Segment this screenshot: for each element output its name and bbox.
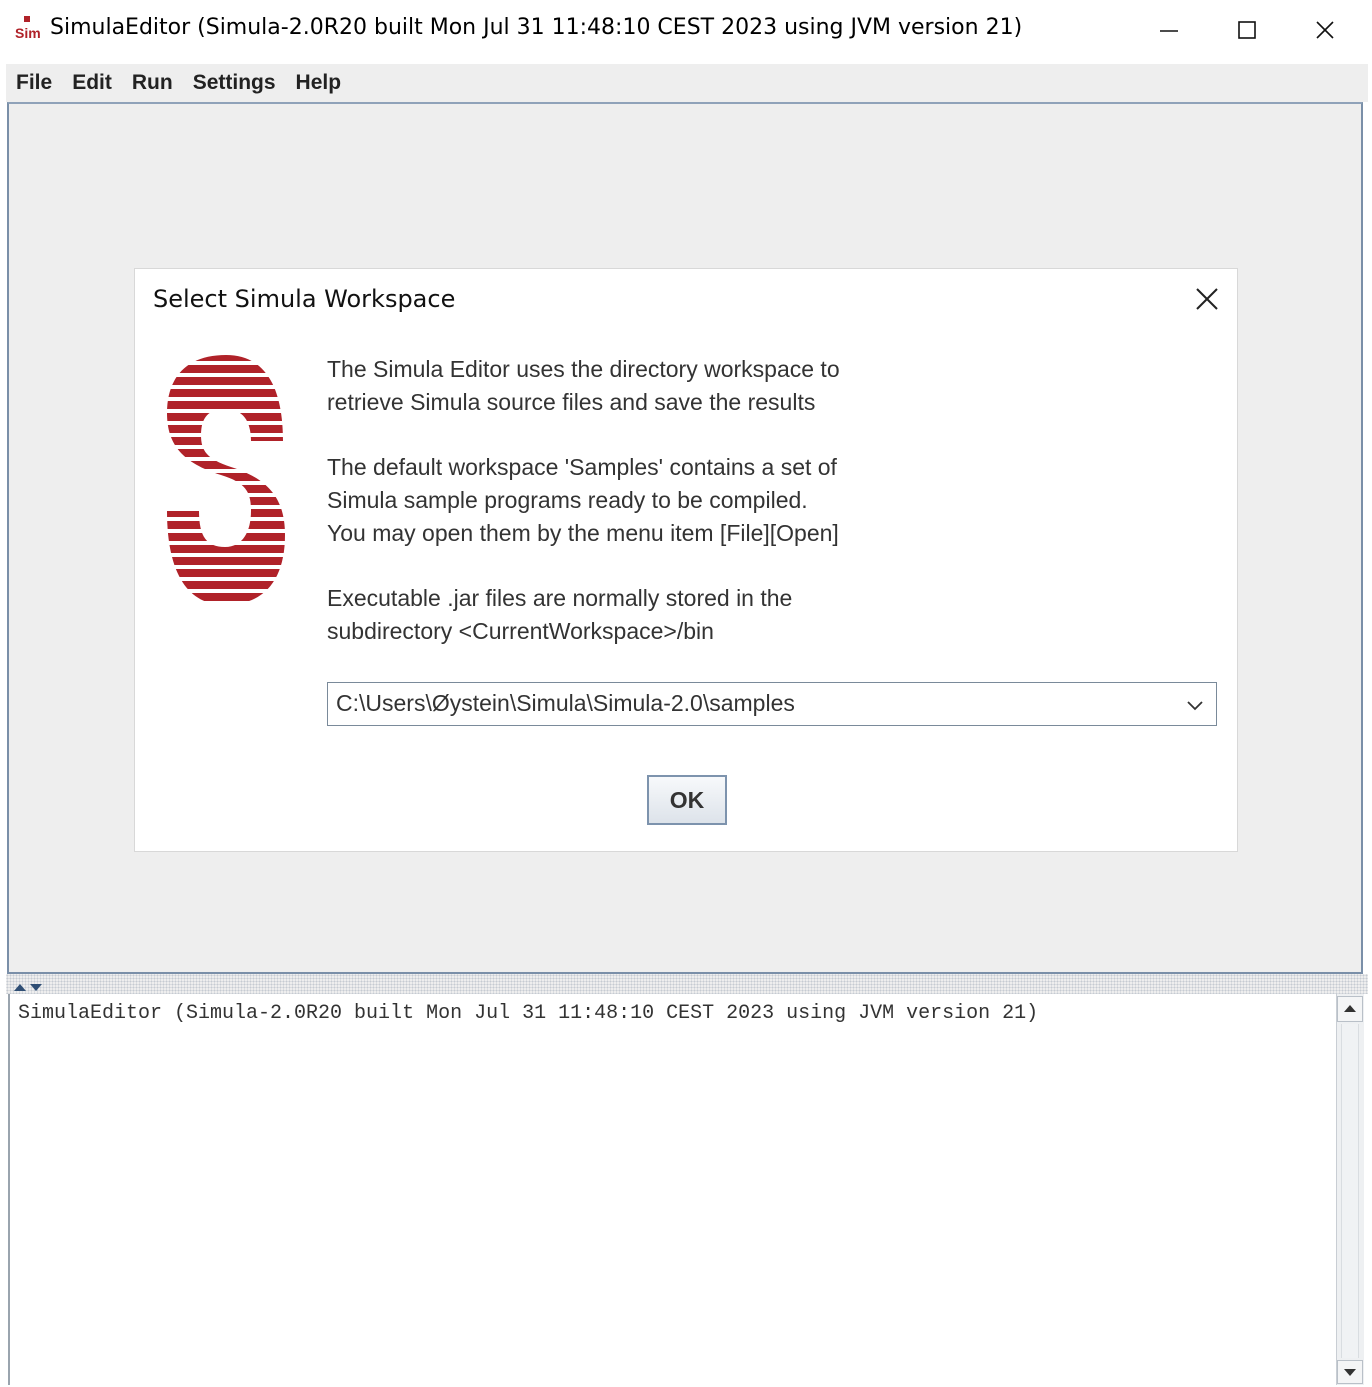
logo-stripe — [167, 355, 285, 361]
logo-stripe — [167, 425, 285, 433]
chevron-down-icon[interactable] — [1184, 695, 1206, 715]
logo-stripe — [167, 545, 285, 553]
minimize-button[interactable] — [1134, 10, 1204, 50]
info-line: The Simula Editor uses the directory wor… — [327, 356, 840, 382]
workspace-dialog: Select Simula Workspace The Simula Edito… — [134, 268, 1238, 852]
close-button[interactable] — [1290, 10, 1360, 50]
scroll-track[interactable] — [1341, 1024, 1359, 1358]
menu-help[interactable]: Help — [286, 64, 352, 102]
logo-stripe — [167, 377, 285, 385]
ok-button[interactable]: OK — [647, 775, 727, 825]
logo-stripe — [167, 473, 285, 481]
logo-stripe — [167, 521, 285, 529]
logo-stripe — [167, 485, 285, 493]
logo-stripe — [167, 401, 285, 409]
logo-stripe — [167, 509, 285, 517]
workspace-path-value: C:\Users\Øystein\Simula\Simula-2.0\sampl… — [336, 690, 795, 716]
minimize-icon — [1160, 30, 1178, 32]
info-paragraph-2: The default workspace 'Samples' contains… — [327, 451, 839, 550]
logo-stripe — [167, 497, 285, 505]
menu-edit[interactable]: Edit — [62, 64, 122, 102]
workspace-combobox[interactable]: C:\Users\Øystein\Simula\Simula-2.0\sampl… — [327, 682, 1217, 726]
simula-logo — [163, 351, 289, 609]
logo-stripe — [167, 449, 285, 457]
menu-file[interactable]: File — [6, 64, 62, 102]
maximize-button[interactable] — [1212, 10, 1282, 50]
scroll-down-button[interactable] — [1337, 1360, 1363, 1384]
logo-stripe — [167, 413, 285, 421]
menu-bar: File Edit Run Settings Help — [6, 64, 1368, 102]
logo-stripe — [167, 581, 285, 589]
info-line: You may open them by the menu item [File… — [327, 520, 839, 546]
logo-stripe — [167, 461, 285, 469]
logo-stripe — [167, 365, 285, 373]
info-line: Executable .jar files are normally store… — [327, 585, 793, 611]
logo-stripe — [167, 533, 285, 541]
maximize-icon — [1238, 21, 1256, 39]
logo-stripe — [167, 437, 285, 445]
menu-settings[interactable]: Settings — [183, 64, 286, 102]
vertical-scrollbar[interactable] — [1336, 994, 1364, 1385]
dialog-close-button[interactable] — [1191, 283, 1223, 315]
logo-stripe — [167, 593, 285, 601]
arrow-up-icon — [1344, 1005, 1356, 1012]
logo-stripe — [167, 389, 285, 397]
arrow-down-icon — [1344, 1369, 1356, 1376]
dialog-title: Select Simula Workspace — [153, 285, 456, 313]
info-line: Simula sample programs ready to be compi… — [327, 487, 808, 513]
close-icon — [1196, 288, 1218, 310]
info-line: The default workspace 'Samples' contains… — [327, 454, 837, 480]
info-paragraph-1: The Simula Editor uses the directory wor… — [327, 353, 840, 419]
console-output[interactable]: SimulaEditor (Simula-2.0R20 built Mon Ju… — [8, 994, 1336, 1385]
window-title: SimulaEditor (Simula-2.0R20 built Mon Ju… — [50, 15, 1023, 40]
console-text: SimulaEditor (Simula-2.0R20 built Mon Ju… — [18, 1002, 1039, 1025]
logo-stripe — [167, 569, 285, 577]
scroll-up-button[interactable] — [1337, 996, 1363, 1022]
split-divider[interactable] — [6, 974, 1368, 994]
svg-text:Sim: Sim — [15, 25, 41, 41]
logo-stripe — [167, 557, 285, 565]
info-line: subdirectory <CurrentWorkspace>/bin — [327, 618, 714, 644]
info-line: retrieve Simula source files and save th… — [327, 389, 816, 415]
info-paragraph-3: Executable .jar files are normally store… — [327, 582, 792, 648]
logo-stripe — [163, 605, 289, 609]
close-icon — [1316, 21, 1334, 39]
split-arrows-icon[interactable] — [12, 978, 52, 991]
menu-run[interactable]: Run — [122, 64, 183, 102]
app-icon[interactable]: Sim — [14, 14, 42, 42]
